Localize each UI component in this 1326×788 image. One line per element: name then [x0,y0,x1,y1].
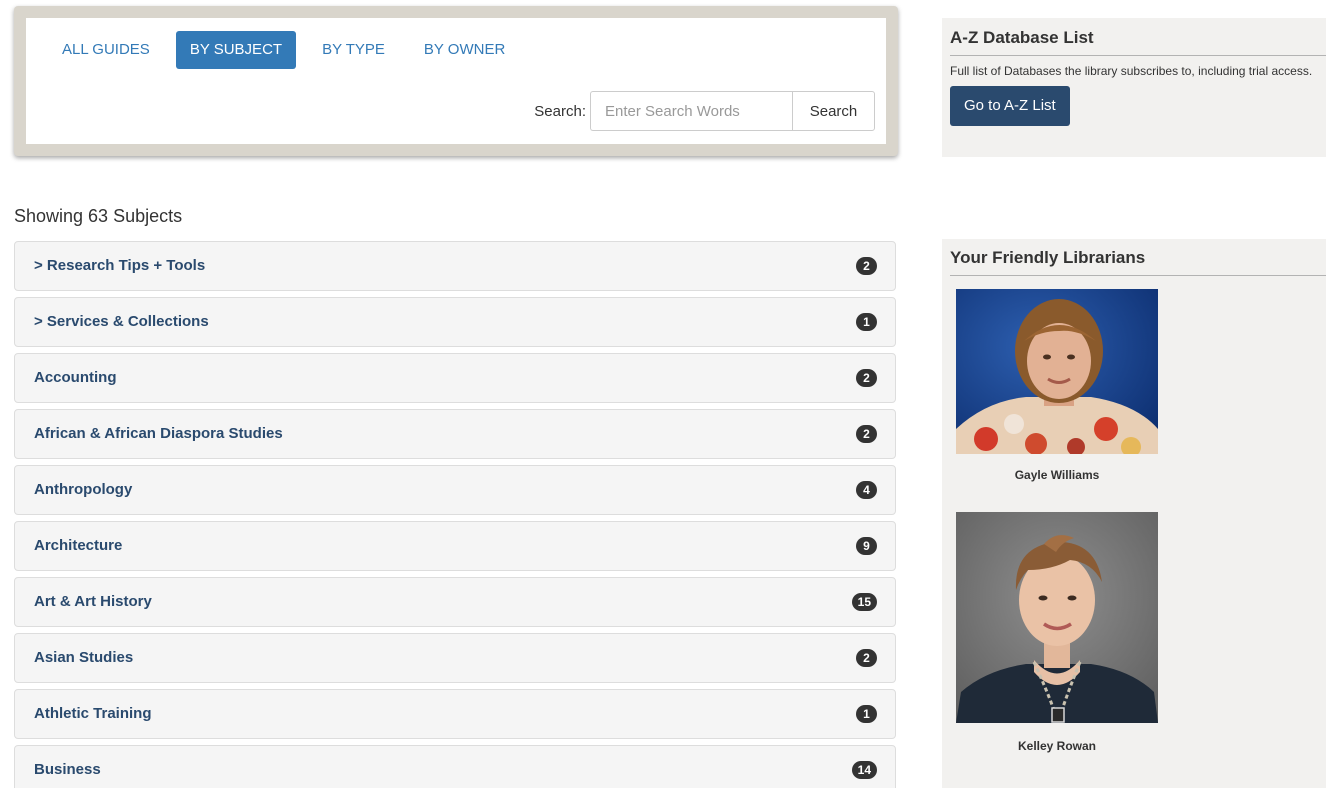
subject-name: Business [34,761,101,778]
tab-by-subject[interactable]: BY SUBJECT [175,31,297,69]
subject-name: Asian Studies [34,649,134,666]
subject-name: Art & Art History [34,593,152,610]
guide-count-badge: 2 [856,257,877,275]
subject-item[interactable]: Business 14 [14,745,896,788]
guide-count-badge: 1 [856,705,877,723]
guides-nav-inner: ALL GUIDES BY SUBJECT BY TYPE BY OWNER S… [26,18,886,144]
go-to-az-list-button[interactable]: Go to A-Z List [950,86,1070,126]
portrait-photo-2 [956,512,1158,723]
subject-item[interactable]: African & African Diaspora Studies 2 [14,409,896,459]
guides-nav-panel: ALL GUIDES BY SUBJECT BY TYPE BY OWNER S… [14,6,898,156]
subject-name: > Research Tips + Tools [34,257,206,274]
librarian-photo[interactable] [956,289,1158,454]
az-database-title: A-Z Database List [950,28,1326,56]
tab-by-owner[interactable]: BY OWNER [410,31,519,69]
subject-item[interactable]: Anthropology 4 [14,465,896,515]
guides-tabs: ALL GUIDES BY SUBJECT BY TYPE BY OWNER [26,31,519,69]
az-database-description: Full list of Databases the library subsc… [950,64,1313,78]
subject-list: > Research Tips + Tools 2 > Services & C… [14,241,896,788]
librarian-name: Gayle Williams [1014,468,1100,482]
guide-count-badge: 2 [856,649,877,667]
subject-item[interactable]: Architecture 9 [14,521,896,571]
guide-count-badge: 15 [851,593,877,611]
guide-count-badge: 4 [856,481,877,499]
librarian-photo[interactable] [956,512,1158,723]
subject-item[interactable]: Athletic Training 1 [14,689,896,739]
subject-item[interactable]: Art & Art History 15 [14,577,896,627]
subject-name: Athletic Training [34,705,152,722]
guide-count-badge: 2 [856,425,877,443]
subject-item[interactable]: > Research Tips + Tools 2 [14,241,896,291]
librarians-title: Your Friendly Librarians [950,248,1326,276]
search-input[interactable] [590,91,792,131]
tab-by-type[interactable]: BY TYPE [308,31,399,69]
search-button[interactable]: Search [792,91,875,131]
guide-count-badge: 9 [856,537,877,555]
subject-name: African & African Diaspora Studies [34,425,283,442]
subject-item[interactable]: Accounting 2 [14,353,896,403]
subject-name: Accounting [34,369,117,386]
guide-count-badge: 14 [851,761,877,779]
subject-item[interactable]: Asian Studies 2 [14,633,896,683]
subject-name: Architecture [34,537,123,554]
portrait-photo-1 [956,289,1158,454]
librarians-box: Your Friendly Librarians Gayle Williams … [942,239,1326,788]
librarian-name: Kelley Rowan [1017,739,1097,753]
librarian-profile: Gayle Williams [956,289,1158,482]
search-form: Search: Search [534,91,875,131]
subject-name: > Services & Collections [34,313,209,330]
subject-item[interactable]: > Services & Collections 1 [14,297,896,347]
tab-all-guides[interactable]: ALL GUIDES [48,31,164,69]
subjects-count-heading: Showing 63 Subjects [14,206,183,226]
subject-name: Anthropology [34,481,133,498]
guide-count-badge: 1 [856,313,877,331]
guide-count-badge: 2 [856,369,877,387]
az-database-box: A-Z Database List Full list of Databases… [942,18,1326,157]
search-label: Search: [534,102,586,120]
librarian-profile: Kelley Rowan [956,512,1158,753]
